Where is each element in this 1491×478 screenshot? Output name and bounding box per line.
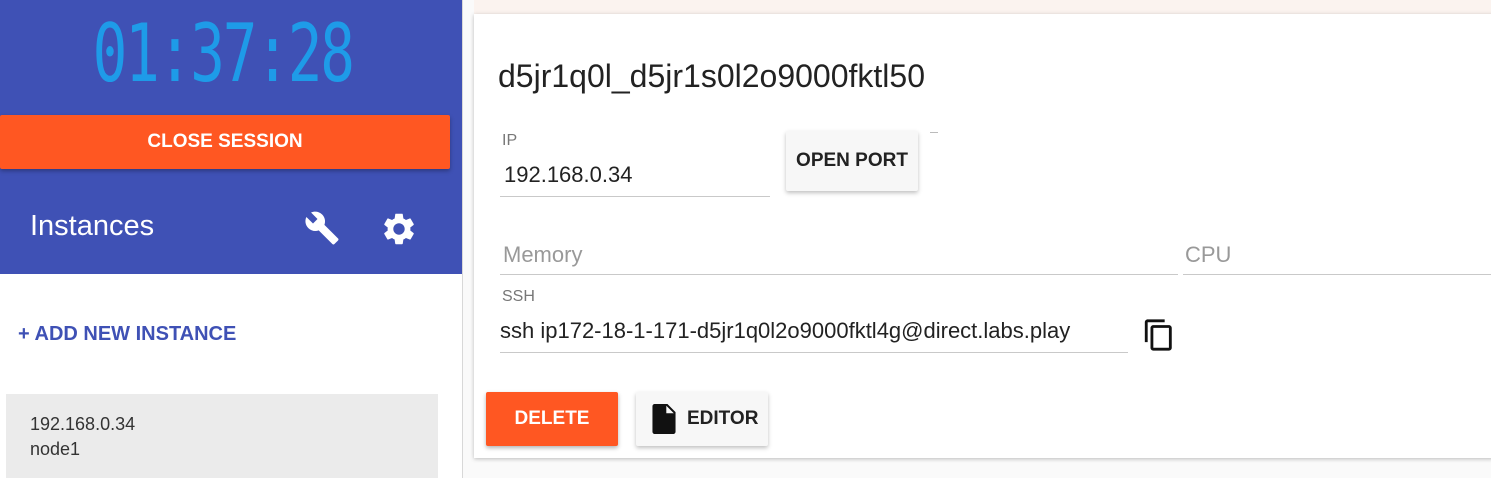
instance-list-item[interactable]: 192.168.0.34 node1	[6, 394, 438, 478]
session-header: 01:37:28 CLOSE SESSION Instances	[0, 0, 462, 274]
file-icon	[652, 404, 676, 434]
delete-button[interactable]: DELETE	[486, 392, 618, 446]
instances-title: Instances	[30, 210, 155, 242]
copy-icon[interactable]	[1142, 316, 1176, 354]
memory-underline	[500, 274, 1178, 275]
gear-icon[interactable]	[380, 210, 418, 248]
instance-card: d5jr1q0l_d5jr1s0l2o9000fktl50 IP 192.168…	[474, 14, 1491, 458]
ssh-underline	[500, 352, 1128, 353]
instance-item-name: node1	[30, 439, 81, 459]
instance-title: d5jr1q0l_d5jr1s0l2o9000fktl50	[498, 58, 925, 94]
top-strip	[474, 0, 1491, 14]
sidebar-divider	[462, 0, 463, 478]
sidebar: 01:37:28 CLOSE SESSION Instances + ADD N…	[0, 0, 462, 478]
ip-field[interactable]: 192.168.0.34	[504, 162, 632, 188]
ip-underline	[500, 196, 770, 197]
memory-field: Memory	[503, 242, 583, 267]
add-new-instance-link[interactable]: + ADD NEW INSTANCE	[18, 320, 236, 348]
session-timer: 01:37:28	[92, 7, 355, 100]
close-session-button[interactable]: CLOSE SESSION	[0, 115, 450, 169]
wrench-icon[interactable]	[302, 210, 342, 246]
editor-button[interactable]: EDITOR	[636, 392, 768, 446]
ip-label: IP	[502, 132, 518, 149]
ssh-label: SSH	[502, 288, 535, 305]
open-port-button[interactable]: OPEN PORT	[786, 131, 918, 191]
editor-button-label: EDITOR	[687, 408, 759, 429]
port-list-dash	[930, 132, 938, 133]
ssh-field[interactable]: ssh ip172-18-1-171-d5jr1q0l2o9000fktl4g@…	[500, 318, 1070, 344]
cpu-field: CPU	[1185, 242, 1232, 267]
instance-item-ip: 192.168.0.34	[30, 414, 136, 434]
cpu-underline	[1183, 274, 1491, 275]
